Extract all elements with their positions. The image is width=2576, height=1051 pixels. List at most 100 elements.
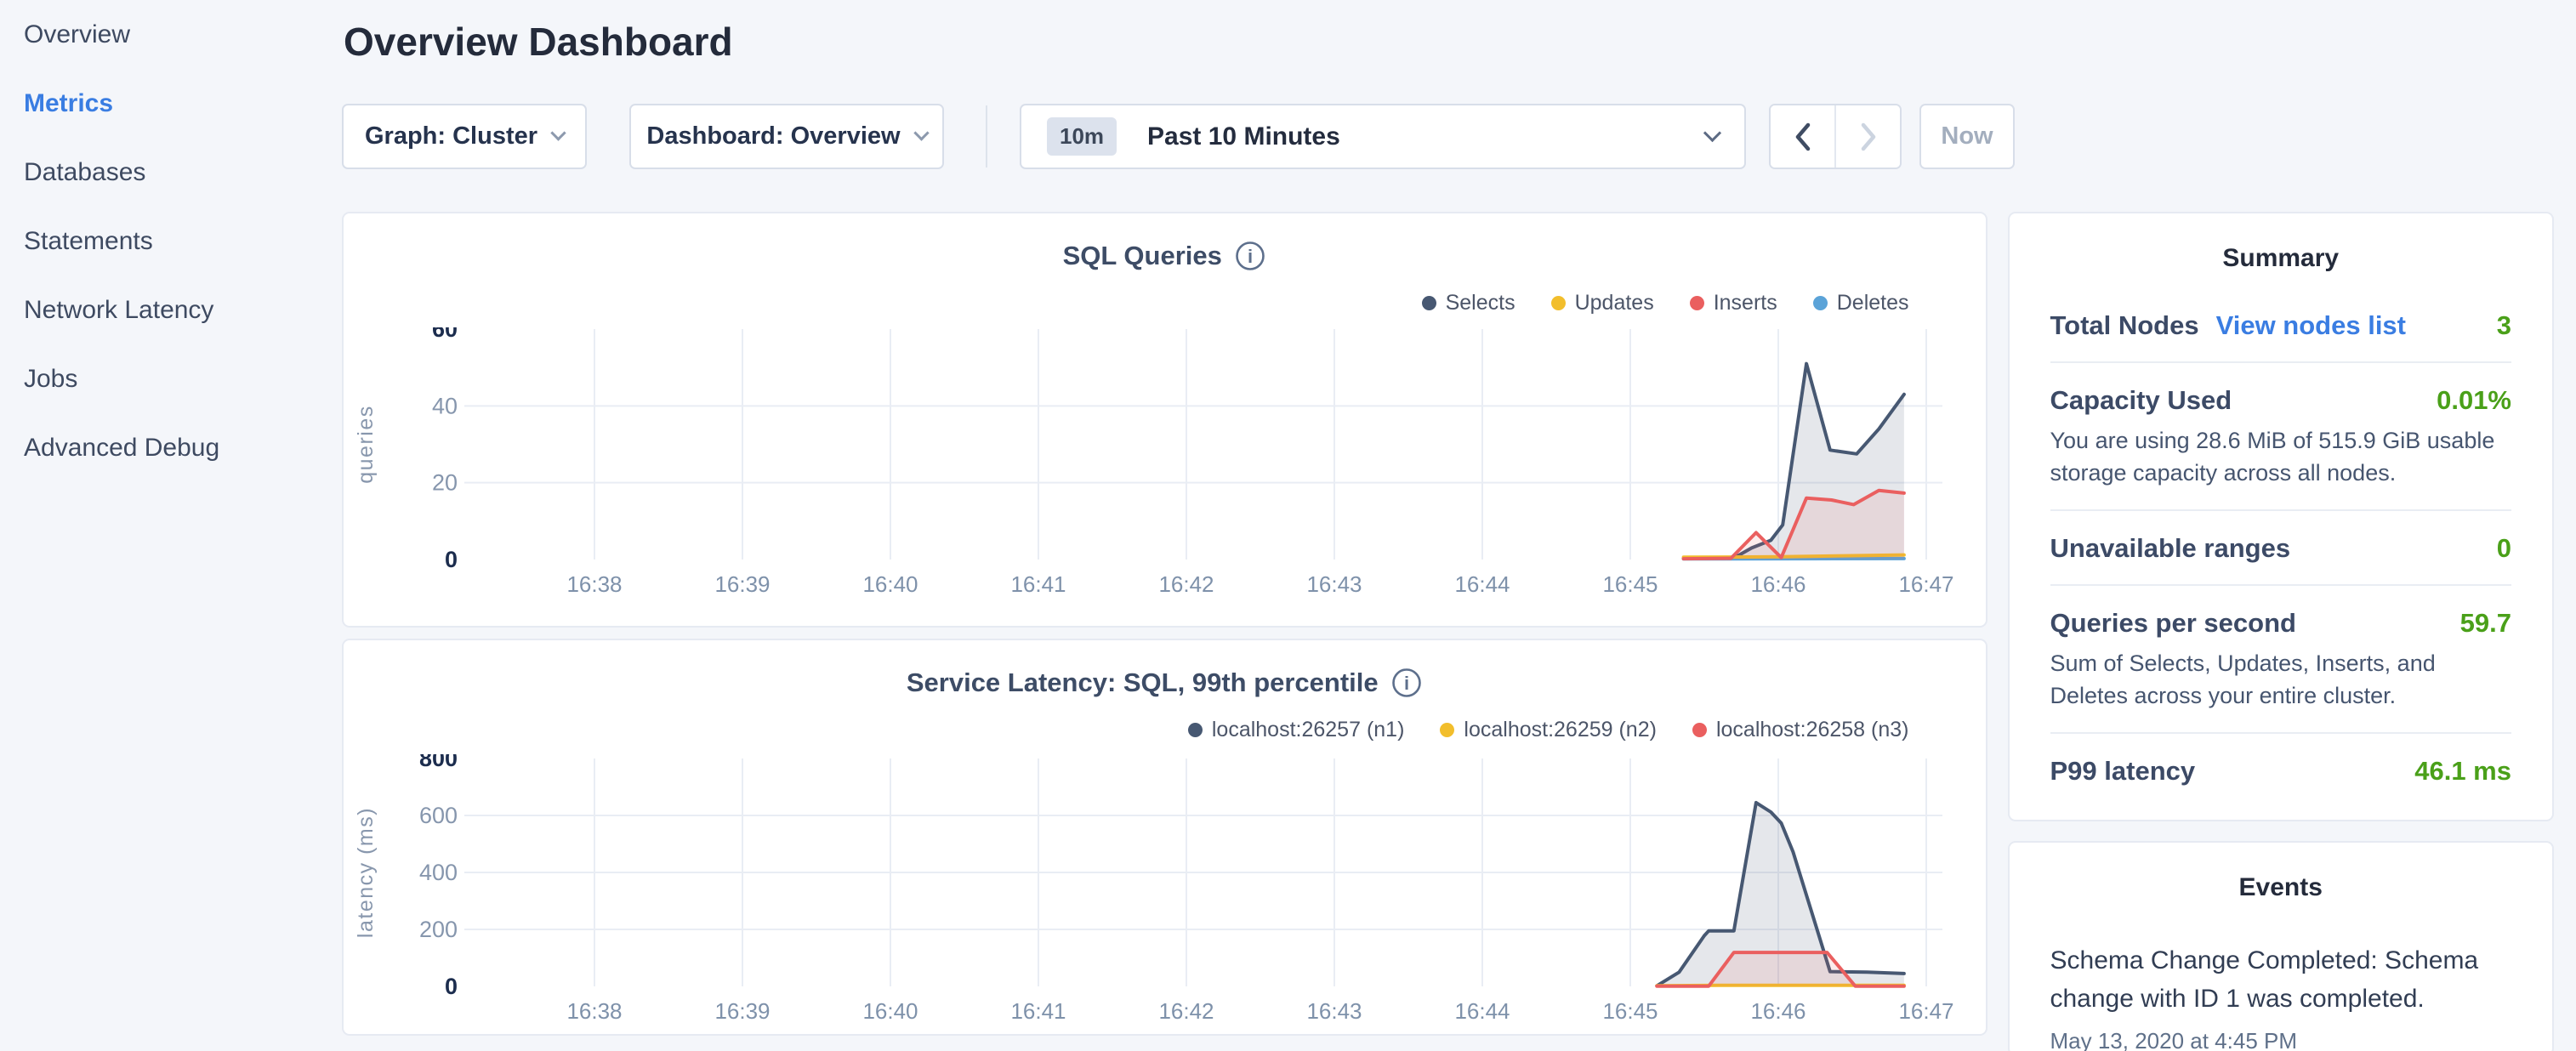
legend-label: Deletes xyxy=(1837,291,1909,315)
dashboard-dropdown[interactable]: Dashboard: Overview xyxy=(629,104,944,169)
legend-item[interactable]: Selects xyxy=(1422,291,1515,315)
svg-text:16:41: 16:41 xyxy=(1010,998,1066,1024)
legend-item[interactable]: localhost:26257 (n1) xyxy=(1188,718,1405,742)
svg-text:16:40: 16:40 xyxy=(862,571,918,597)
svg-text:16:43: 16:43 xyxy=(1306,998,1362,1024)
time-step-forward-button[interactable] xyxy=(1836,105,1900,168)
svg-text:16:43: 16:43 xyxy=(1306,571,1362,597)
time-step-group xyxy=(1769,104,1902,169)
sidebar-item-overview[interactable]: Overview xyxy=(0,0,340,69)
svg-text:16:38: 16:38 xyxy=(566,998,622,1024)
controls-divider xyxy=(986,105,987,168)
svg-text:200: 200 xyxy=(419,917,458,942)
svg-text:800: 800 xyxy=(419,754,458,771)
view-nodes-list-link[interactable]: View nodes list xyxy=(2216,310,2406,341)
legend-item[interactable]: Inserts xyxy=(1690,291,1777,315)
graph-scope-dropdown[interactable]: Graph: Cluster xyxy=(342,104,587,169)
summary-row: Capacity Used 0.01% You are using 28.6 MiB… xyxy=(2050,363,2512,511)
legend-dot-icon xyxy=(1422,296,1436,310)
sidebar-item-label: Advanced Debug xyxy=(24,434,219,463)
sidebar-item-metrics[interactable]: Metrics xyxy=(0,69,340,138)
summary-row-main: Total NodesView nodes list3 xyxy=(2050,310,2512,341)
summary-row-description: Sum of Selects, Updates, Inserts, and De… xyxy=(2050,647,2512,712)
svg-text:16:46: 16:46 xyxy=(1750,998,1805,1024)
chart-title: SQL Queries xyxy=(1063,241,1222,271)
chevron-left-icon xyxy=(1790,119,1816,155)
summary-row-value: 3 xyxy=(2497,310,2511,341)
svg-text:16:47: 16:47 xyxy=(1898,571,1953,597)
svg-text:16:39: 16:39 xyxy=(714,571,770,597)
svg-text:60: 60 xyxy=(432,327,458,342)
summary-row-description: You are using 28.6 MiB of 515.9 GiB usab… xyxy=(2050,424,2512,489)
chart-legend: Selects Updates Inserts Deletes xyxy=(344,290,1909,315)
summary-row-main: Unavailable ranges0 xyxy=(2050,533,2512,564)
time-step-back-button[interactable] xyxy=(1771,105,1836,168)
summary-row-label: Unavailable ranges xyxy=(2050,533,2291,564)
svg-text:16:44: 16:44 xyxy=(1454,571,1510,597)
legend-item[interactable]: localhost:26259 (n2) xyxy=(1440,718,1657,742)
svg-text:400: 400 xyxy=(419,860,458,885)
summary-panel: Summary Total NodesView nodes list3Capac… xyxy=(2008,212,2555,821)
legend-item[interactable]: localhost:26258 (n3) xyxy=(1692,718,1909,742)
legend-label: localhost:26257 (n1) xyxy=(1212,718,1405,742)
events-title: Events xyxy=(2010,873,2553,902)
graph-scope-label: Graph: Cluster xyxy=(365,122,537,151)
chart-legend: localhost:26257 (n1) localhost:26259 (n2)… xyxy=(344,717,1909,742)
summary-row-value: 0.01% xyxy=(2437,385,2511,416)
service-latency-plot: 16:3816:3916:4016:4116:4216:4316:4416:45… xyxy=(344,754,1959,1026)
legend-item[interactable]: Deletes xyxy=(1813,291,1909,315)
events-list: Schema Change Completed: Schema change w… xyxy=(2010,941,2553,1051)
svg-text:i: i xyxy=(1404,673,1409,694)
summary-row-left: Capacity Used xyxy=(2050,385,2232,416)
svg-text:16:39: 16:39 xyxy=(714,998,770,1024)
svg-text:16:45: 16:45 xyxy=(1602,571,1658,597)
legend-dot-icon xyxy=(1440,723,1454,737)
chevron-down-icon xyxy=(550,125,566,140)
info-icon[interactable]: i xyxy=(1390,667,1423,699)
sidebar-item-network-latency[interactable]: Network Latency xyxy=(0,276,340,344)
info-icon[interactable]: i xyxy=(1234,240,1266,272)
svg-text:i: i xyxy=(1248,246,1253,267)
event-item[interactable]: Schema Change Completed: Schema change w… xyxy=(2050,941,2512,1051)
right-sidebar: Summary Total NodesView nodes list3Capac… xyxy=(2008,212,2555,1051)
controls-bar: Graph: Cluster Dashboard: Overview 10m P… xyxy=(342,104,2554,169)
chevron-down-icon xyxy=(1703,124,1721,142)
svg-text:40: 40 xyxy=(432,393,458,418)
sidebar-item-databases[interactable]: Databases xyxy=(0,138,340,207)
summary-row-label: P99 latency xyxy=(2050,756,2196,787)
app-root: OverviewMetrics Databases Statements Networ… xyxy=(0,0,2576,1051)
sidebar-item-label: Statements xyxy=(24,227,153,256)
svg-text:16:42: 16:42 xyxy=(1158,998,1214,1024)
svg-text:16:45: 16:45 xyxy=(1602,998,1658,1024)
legend-dot-icon xyxy=(1551,296,1566,310)
legend-dot-icon xyxy=(1692,723,1707,737)
summary-title: Summary xyxy=(2010,244,2553,273)
dashboard-dropdown-label: Dashboard: Overview xyxy=(646,122,900,151)
legend-item[interactable]: Updates xyxy=(1551,291,1654,315)
summary-row-left: Queries per second xyxy=(2050,608,2296,639)
time-range-picker[interactable]: 10m Past 10 Minutes xyxy=(1020,104,1746,169)
summary-row-main: Queries per second59.7 xyxy=(2050,608,2512,639)
svg-text:0: 0 xyxy=(445,974,458,999)
svg-text:16:46: 16:46 xyxy=(1750,571,1805,597)
summary-row-label: Queries per second xyxy=(2050,608,2296,639)
sidebar-item-advanced-debug[interactable]: Advanced Debug xyxy=(0,413,340,482)
chevron-right-icon xyxy=(1856,119,1881,155)
summary-row-value: 46.1 ms xyxy=(2414,756,2511,787)
summary-row-main: P99 latency 46.1 ms xyxy=(2050,756,2512,787)
svg-text:queries: queries xyxy=(354,405,378,484)
sidebar-item-label: Databases xyxy=(24,158,145,187)
sidebar-item-jobs[interactable]: Jobs xyxy=(0,344,340,413)
svg-text:16:42: 16:42 xyxy=(1158,571,1214,597)
svg-text:16:40: 16:40 xyxy=(862,998,918,1024)
legend-dot-icon xyxy=(1690,296,1704,310)
legend-label: Inserts xyxy=(1714,291,1777,315)
sql-queries-chart-card: SQL Queries i Selects Updates Inserts Delet… xyxy=(342,212,1987,628)
page-title: Overview Dashboard xyxy=(344,19,2554,65)
events-panel: Events Schema Change Completed: Schema c… xyxy=(2008,841,2555,1051)
time-window-label: Past 10 Minutes xyxy=(1147,122,1340,151)
now-button[interactable]: Now xyxy=(1919,104,2015,169)
summary-row-main: Capacity Used 0.01% xyxy=(2050,385,2512,416)
event-text: Schema Change Completed: Schema change w… xyxy=(2050,941,2512,1018)
sidebar-item-statements[interactable]: Statements xyxy=(0,207,340,276)
